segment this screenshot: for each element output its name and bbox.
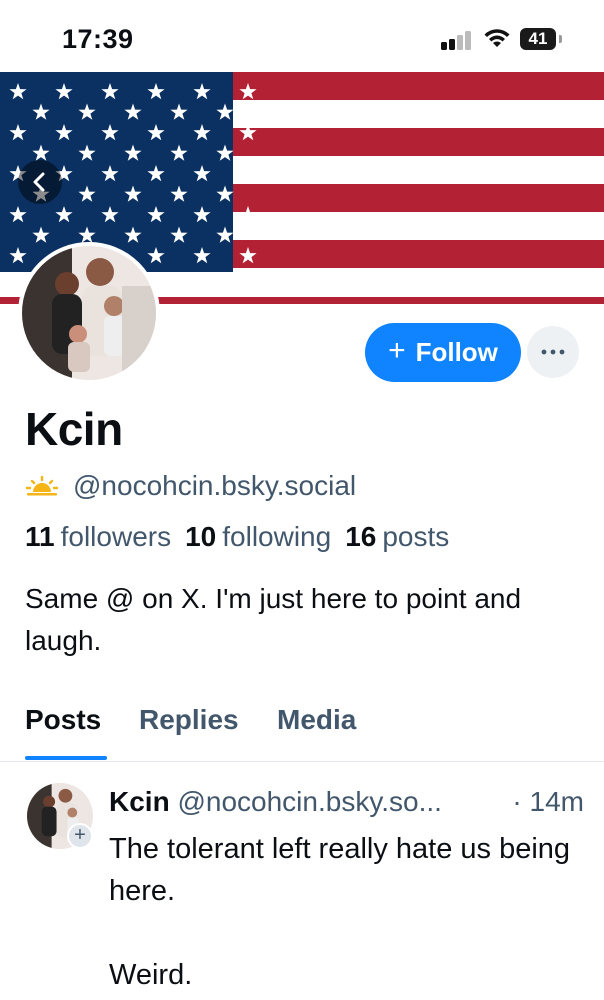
following-stat[interactable]: 10 following: [185, 521, 331, 553]
profile-stats: 11 followers 10 following 16 posts: [25, 521, 449, 553]
cellular-signal-icon: [441, 30, 473, 50]
family-photo-image: [22, 246, 156, 380]
profile-tabs: Posts Replies Media: [0, 700, 604, 762]
tab-media[interactable]: Media: [277, 704, 356, 736]
more-options-button[interactable]: [527, 326, 579, 378]
following-count: 10: [185, 521, 217, 552]
tab-replies[interactable]: Replies: [139, 704, 239, 736]
post-handle[interactable]: @nocohcin.bsky.so...: [177, 786, 441, 817]
post-timestamp: · 14m: [512, 786, 584, 817]
profile-bio: Same @ on X. I'm just here to point and …: [25, 583, 522, 656]
following-label: following: [222, 521, 332, 552]
profile-avatar[interactable]: [18, 242, 160, 384]
active-tab-indicator: [25, 756, 107, 760]
posts-count: 16: [345, 521, 377, 552]
battery-percent: 41: [528, 29, 548, 48]
followers-stat[interactable]: 11 followers: [25, 521, 171, 553]
chevron-left-icon: [33, 172, 45, 192]
post-author[interactable]: Kcin: [109, 786, 170, 817]
back-button[interactable]: [18, 160, 62, 204]
ellipsis-icon: [541, 349, 565, 355]
follow-button[interactable]: + Follow: [365, 323, 521, 382]
follow-plus-icon[interactable]: +: [67, 823, 93, 849]
followers-label: followers: [60, 521, 172, 552]
wifi-icon: [484, 29, 510, 47]
tab-posts[interactable]: Posts: [25, 704, 101, 736]
post-text: The tolerant left really hate us being h…: [109, 833, 571, 991]
handle-row: @nocohcin.bsky.social: [25, 470, 356, 502]
posts-label: posts: [382, 521, 450, 552]
plus-icon: +: [388, 334, 406, 367]
posts-stat: 16 posts: [345, 521, 449, 553]
display-name: Kcin: [25, 403, 123, 455]
sunrise-icon: [25, 475, 59, 496]
follow-label: Follow: [415, 337, 498, 367]
status-time: 17:39: [62, 24, 134, 54]
battery-icon: 41: [520, 28, 562, 50]
followers-count: 11: [25, 521, 55, 552]
status-bar: 17:39 41: [0, 0, 604, 72]
post-header: Kcin @nocohcin.bsky.so... · 14m: [109, 786, 584, 818]
profile-handle[interactable]: @nocohcin.bsky.social: [73, 470, 356, 502]
